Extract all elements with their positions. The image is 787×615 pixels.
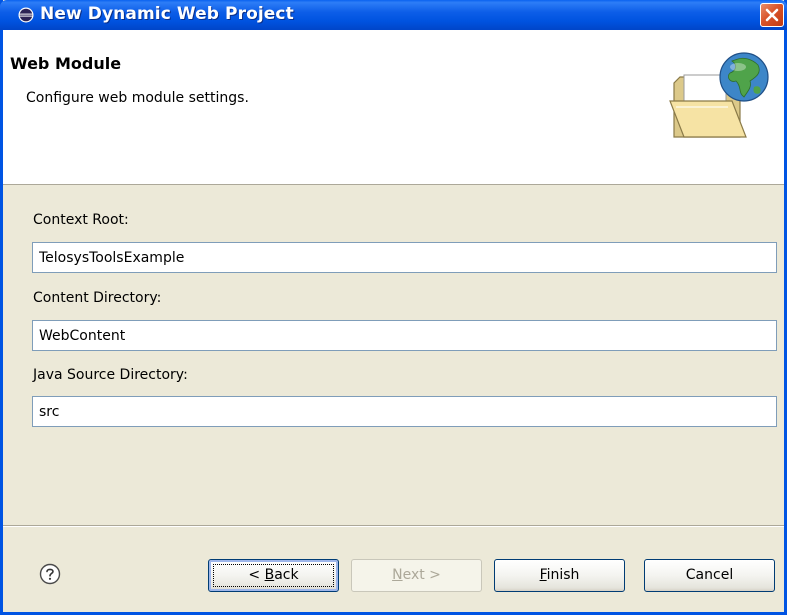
next-button[interactable]: Next > — [351, 559, 482, 592]
page-description: Configure web module settings. — [26, 90, 249, 106]
window-title: New Dynamic Web Project — [40, 4, 294, 24]
button-bar-separator — [3, 525, 784, 527]
cancel-label: Cancel — [685, 567, 734, 583]
back-label-rest: ack — [274, 567, 299, 583]
finish-label-rest: inish — [546, 567, 580, 583]
next-mnemonic: N — [392, 567, 403, 583]
close-button[interactable] — [760, 3, 784, 27]
dialog-window: New Dynamic Web Project Web Module Confi… — [0, 0, 787, 615]
finish-button[interactable]: Finish — [494, 559, 625, 592]
java-source-directory-input[interactable] — [32, 396, 777, 427]
java-source-directory-label: Java Source Directory: — [33, 367, 188, 383]
content-directory-label: Content Directory: — [33, 290, 162, 306]
title-bar[interactable]: New Dynamic Web Project — [0, 0, 787, 30]
close-icon — [765, 8, 779, 22]
help-icon[interactable] — [39, 563, 61, 585]
form-area: Context Root: Content Directory: Java So… — [3, 185, 784, 512]
eclipse-icon — [18, 7, 34, 23]
next-label-rest: ext > — [402, 567, 441, 583]
context-root-input[interactable] — [32, 242, 777, 273]
back-button[interactable]: < Back — [208, 559, 339, 592]
page-title: Web Module — [10, 54, 122, 73]
back-mnemonic: B — [264, 567, 275, 583]
wizard-banner: Web Module Configure web module settings… — [3, 30, 784, 185]
finish-mnemonic: F — [539, 567, 547, 583]
folder-globe-icon — [669, 52, 769, 138]
context-root-label: Context Root: — [33, 212, 129, 228]
content-directory-input[interactable] — [32, 320, 777, 351]
back-prefix: < — [248, 567, 265, 583]
cancel-button[interactable]: Cancel — [644, 559, 775, 592]
